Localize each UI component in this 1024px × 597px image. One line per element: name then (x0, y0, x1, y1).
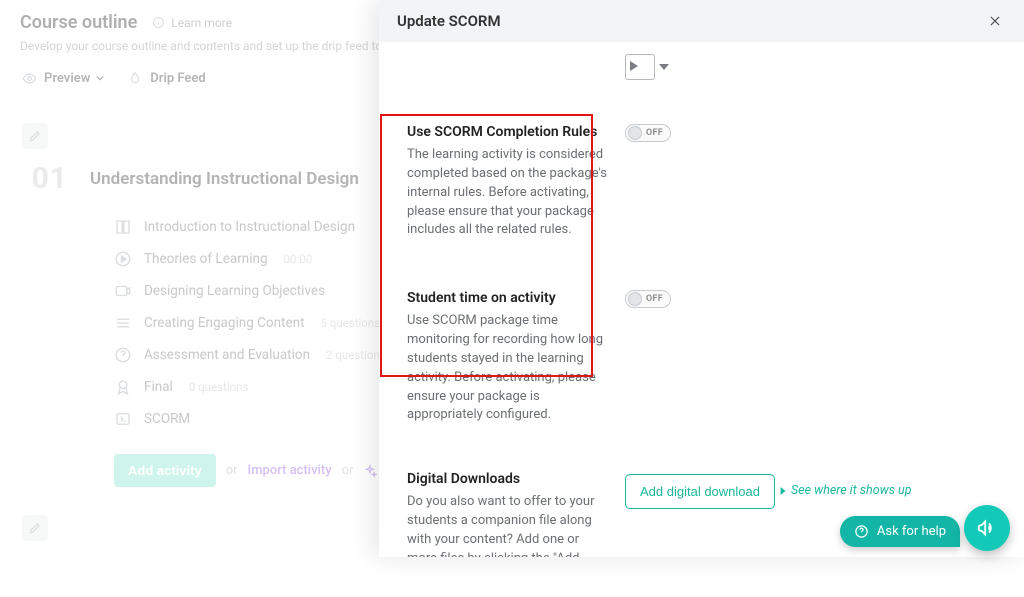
close-icon (988, 14, 1002, 28)
option-desc-downloads: Do you also want to offer to your studen… (407, 493, 607, 557)
see-where-link[interactable]: See where it shows up (779, 483, 912, 498)
add-digital-download-button[interactable]: Add digital download (625, 474, 775, 509)
update-scorm-panel: Update SCORM Use SCORM Completion Rules … (379, 0, 1024, 557)
toggle-student-time[interactable]: OFF (625, 290, 671, 308)
option-title-time: Student time on activity (407, 290, 607, 306)
chevron-down-icon (659, 64, 669, 70)
option-title-downloads: Digital Downloads (407, 471, 607, 487)
option-desc-time: Use SCORM package time monitoring for re… (407, 312, 607, 425)
caret-right-icon (779, 486, 787, 496)
megaphone-icon (976, 517, 998, 539)
announcements-fab[interactable] (964, 505, 1010, 551)
help-icon (854, 524, 869, 539)
option-desc-completion: The learning activity is considered comp… (407, 146, 607, 240)
close-button[interactable] (984, 10, 1006, 32)
toggle-completion-rules[interactable]: OFF (625, 124, 671, 142)
layout-select[interactable] (625, 54, 655, 80)
ask-for-help-button[interactable]: Ask for help (840, 516, 960, 547)
option-title-completion: Use SCORM Completion Rules (407, 124, 607, 140)
panel-title: Update SCORM (397, 12, 501, 30)
